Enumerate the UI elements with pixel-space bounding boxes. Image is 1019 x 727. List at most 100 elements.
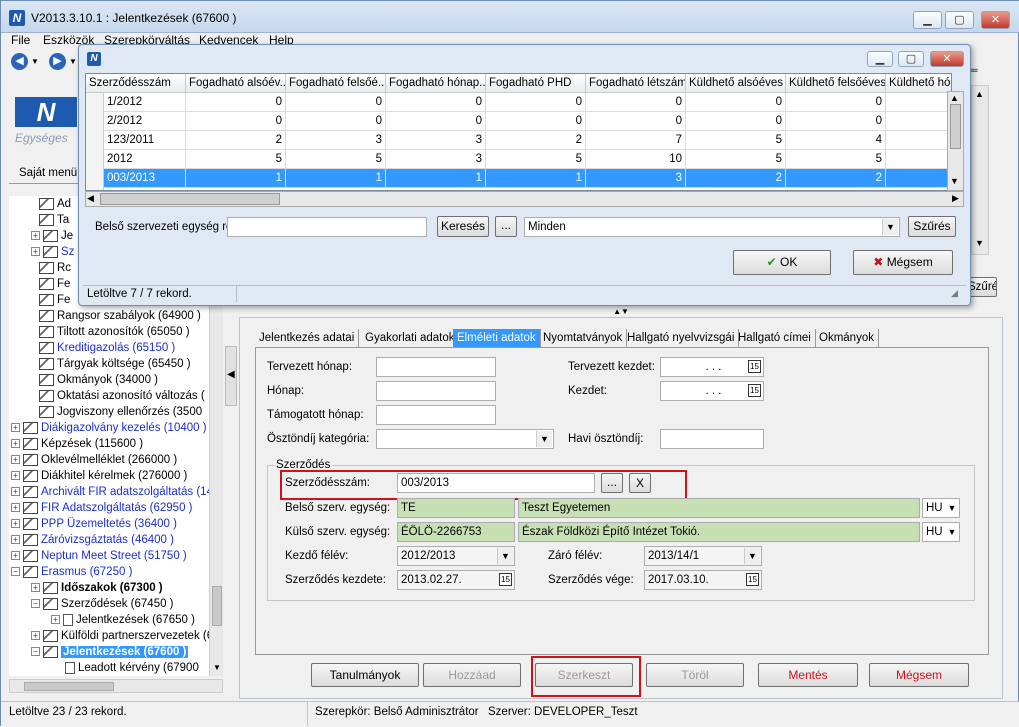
tree-item[interactable]: + Záróvizsgáztatás (46400 ) <box>11 532 174 548</box>
tab-5[interactable]: Hallgató címei <box>734 329 816 347</box>
scroll-down-icon[interactable]: ▼ <box>975 238 984 248</box>
tab-3[interactable]: Nyomtatványok <box>539 329 628 347</box>
tree-item[interactable]: − Jelentkezések (67600 ) <box>31 644 189 660</box>
calendar-icon[interactable]: 15 <box>748 360 761 373</box>
table-row[interactable]: 2/2012 0 0 0 0 0 0 0 <box>86 112 951 131</box>
tab-6[interactable]: Okmányok <box>815 329 879 347</box>
expand-icon[interactable]: + <box>11 471 20 481</box>
tree-item[interactable]: + Külföldi partnerszervezetek (6 <box>31 628 209 644</box>
search-button[interactable]: Keresés <box>437 216 489 237</box>
right-scrollbar[interactable]: ▲ ▼ <box>971 85 989 255</box>
cancel-button[interactable]: Mégsem <box>869 663 969 687</box>
tree-item[interactable]: − Szerződések (67450 ) <box>31 596 174 612</box>
own-menu-tab[interactable]: Saját menü <box>19 167 77 179</box>
grid-hscrollbar[interactable]: ◀ ▶ <box>85 191 964 207</box>
ok-button[interactable]: ✔ OK <box>733 250 831 275</box>
grid-hscroll-thumb[interactable] <box>100 193 280 205</box>
collapse-icon[interactable]: − <box>31 647 40 657</box>
lookup-button[interactable]: ... <box>495 216 517 237</box>
tree-item[interactable]: + Időszakok (67300 ) <box>31 580 163 596</box>
scroll-up-icon[interactable]: ▲ <box>950 93 959 103</box>
column-header[interactable]: Fogadható felsőé... <box>286 74 386 93</box>
column-header[interactable]: Szerződésszám <box>86 74 186 93</box>
add-button[interactable]: Hozzáad <box>423 663 521 687</box>
grid-vscrollbar[interactable]: ▲ ▼ <box>947 91 964 191</box>
contract-end-date[interactable]: 2017.03.10. 15 <box>644 570 762 590</box>
scroll-down-icon[interactable]: ▼ <box>950 176 959 186</box>
tree-item[interactable]: Tiltott azonosítók (65050 ) <box>39 324 190 340</box>
column-header[interactable]: Fogadható hónap... <box>386 74 486 93</box>
tab-1[interactable]: Gyakorlati adatok <box>361 329 460 347</box>
planned-month-input[interactable] <box>376 357 496 377</box>
resize-grip-icon[interactable]: ◢ <box>951 288 958 299</box>
calendar-icon[interactable]: 15 <box>746 573 759 586</box>
tree-hscroll-thumb[interactable] <box>24 682 114 691</box>
grid-scroll-thumb[interactable] <box>950 104 961 149</box>
contract-start-date[interactable]: 2013.02.27. 15 <box>397 570 515 590</box>
calendar-icon[interactable]: 15 <box>748 384 761 397</box>
table-row[interactable]: 123/2011 2 3 3 2 7 5 4 <box>86 131 951 150</box>
filter-input[interactable] <box>227 217 427 237</box>
save-button[interactable]: Mentés <box>758 663 858 687</box>
tree-item[interactable]: + PPP Üzemeltetés (36400 ) <box>11 516 177 532</box>
tree-item[interactable]: Rc <box>39 260 71 276</box>
tab-4[interactable]: Hallgató nyelvvizsgái <box>623 329 740 347</box>
tree-item[interactable]: Kreditigazolás (65150 ) <box>39 340 175 356</box>
column-header[interactable]: Küldhető hó <box>886 74 951 93</box>
tree-item[interactable]: + Jelentkezések (67650 ) <box>51 612 195 628</box>
tree-item[interactable]: + Archivált FIR adatszolgáltatás (14 <box>11 484 209 500</box>
scholarship-category-select[interactable]: ▼ <box>376 429 554 449</box>
start-semester-select[interactable]: 2012/2013 ▼ <box>397 546 515 566</box>
expand-icon[interactable]: + <box>31 631 40 641</box>
monthly-scholarship-input[interactable] <box>660 429 764 449</box>
column-header[interactable]: Küldhető felsőéves <box>786 74 886 93</box>
contracts-grid[interactable]: Szerződésszám Fogadható alsóév... Fogadhat… <box>85 73 952 191</box>
tree-item[interactable]: Fe <box>39 292 70 308</box>
expand-icon[interactable]: + <box>11 519 20 529</box>
splitter-arrows-icon[interactable]: ▲▼ <box>599 307 643 316</box>
dialog-minimize-button[interactable]: ▁ <box>867 51 893 67</box>
tree-item[interactable]: + FIR Adatszolgáltatás (62950 ) <box>11 500 193 516</box>
tree-item[interactable]: + Képzések (115600 ) <box>11 436 143 452</box>
expand-icon[interactable]: + <box>31 247 40 257</box>
expand-icon[interactable]: + <box>51 615 60 625</box>
start-date[interactable]: . . . 15 <box>660 381 764 401</box>
table-row[interactable]: 003/2013 1 1 1 1 3 2 2 <box>86 169 951 188</box>
expand-icon[interactable]: + <box>11 423 20 433</box>
maximize-button[interactable]: ▢ <box>945 11 974 29</box>
delete-button[interactable]: Töröl <box>646 663 744 687</box>
tree-item[interactable]: + Je <box>31 228 73 244</box>
expand-icon[interactable]: + <box>11 535 20 545</box>
tree-item[interactable]: Okmányok (34000 ) <box>39 372 158 388</box>
tree-item[interactable]: Tárgyak költsége (65450 ) <box>39 356 191 372</box>
tree-item[interactable]: Ta <box>39 212 69 228</box>
scroll-left-icon[interactable]: ◀ <box>87 193 94 204</box>
expand-icon[interactable]: + <box>11 503 20 513</box>
dialog-cancel-button[interactable]: ✖ Mégsem <box>853 250 953 275</box>
close-button[interactable]: ✕ <box>981 11 1010 29</box>
dialog-close-button[interactable]: ✕ <box>930 51 964 67</box>
tree-item[interactable]: + Oklevélmelléklet (266000 ) <box>11 452 177 468</box>
collapse-icon[interactable]: − <box>31 599 40 609</box>
right-filter-button[interactable]: Szűrés <box>967 277 997 297</box>
dialog-maximize-button[interactable]: ▢ <box>898 51 924 67</box>
menu-file[interactable]: File <box>11 33 30 47</box>
expand-icon[interactable]: + <box>31 583 40 593</box>
collapse-icon[interactable]: − <box>11 567 20 577</box>
expand-icon[interactable]: + <box>31 231 40 241</box>
tree-item[interactable]: + Diákigazolvány kezelés (10400 ) <box>11 420 207 436</box>
table-row[interactable]: 2012 5 5 3 5 10 5 5 <box>86 150 951 169</box>
internal-lang-select[interactable]: HU ▼ <box>922 498 960 518</box>
table-row[interactable]: 1/2012 0 0 0 0 0 0 0 <box>86 93 951 112</box>
scroll-down-icon[interactable]: ▼ <box>213 663 221 672</box>
tree-item[interactable]: Ad <box>39 196 71 212</box>
planned-start-date[interactable]: . . . 15 <box>660 357 764 377</box>
filter-button[interactable]: Szűrés <box>908 216 956 237</box>
tab-0[interactable]: Jelentkezés adatai <box>255 329 360 347</box>
column-header[interactable]: Fogadható alsóév... <box>186 74 286 93</box>
expand-icon[interactable]: + <box>11 439 20 449</box>
tree-hscrollbar[interactable] <box>9 679 223 693</box>
tree-item[interactable]: + Diákhitel kérelmek (276000 ) <box>11 468 187 484</box>
studies-button[interactable]: Tanulmányok <box>311 663 419 687</box>
forward-dropdown-icon[interactable]: ▼ <box>69 57 77 66</box>
